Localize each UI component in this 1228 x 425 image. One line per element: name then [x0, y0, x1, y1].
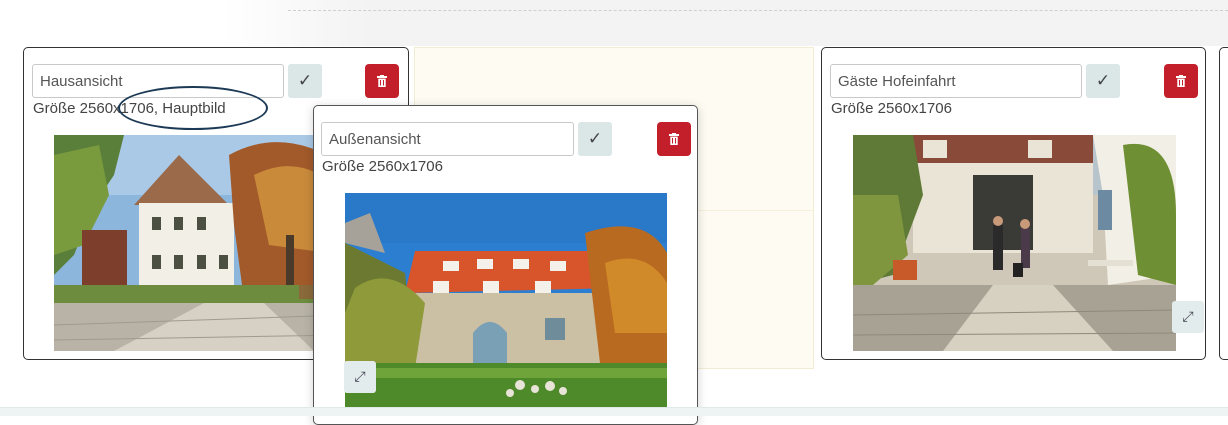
- image-card-aussenansicht[interactable]: ✓ Größe 2560x1706: [313, 105, 698, 425]
- delete-image-button[interactable]: [365, 64, 399, 98]
- trash-icon: [1176, 75, 1186, 87]
- trash-icon: [377, 75, 387, 87]
- check-icon: ✓: [587, 129, 603, 149]
- image-title-input[interactable]: [321, 122, 574, 156]
- trash-icon: [669, 133, 679, 145]
- image-preview[interactable]: [345, 193, 667, 408]
- image-preview[interactable]: [853, 135, 1176, 351]
- image-card-partial[interactable]: [1219, 47, 1228, 360]
- expand-image-button[interactable]: ⤢: [344, 361, 376, 393]
- expand-icon: ⤢: [1182, 309, 1194, 325]
- highlight-ring-annotation: [118, 86, 268, 130]
- check-icon: ✓: [297, 71, 313, 91]
- expand-image-button[interactable]: ⤢: [1172, 301, 1204, 333]
- confirm-title-button[interactable]: ✓: [578, 122, 612, 156]
- courtyard-house-photo: [54, 135, 344, 351]
- delete-image-button[interactable]: [657, 122, 691, 156]
- toolbar-divider: [288, 10, 1228, 11]
- bottom-toolbar-strip: [0, 407, 1228, 416]
- confirm-title-button[interactable]: ✓: [1086, 64, 1120, 98]
- check-icon: ✓: [1095, 71, 1111, 91]
- confirm-title-button[interactable]: ✓: [288, 64, 322, 98]
- image-size-label: Größe 2560x1706: [322, 158, 443, 175]
- image-title-input[interactable]: [830, 64, 1082, 98]
- expand-icon: ⤢: [354, 369, 366, 385]
- toolbar-background: [0, 0, 1228, 46]
- image-preview[interactable]: [54, 135, 344, 351]
- image-card-gaeste-hofeinfahrt[interactable]: ✓ Größe 2560x1706: [821, 47, 1206, 360]
- guests-courtyard-photo: [853, 135, 1176, 351]
- barn-exterior-photo: [345, 193, 667, 408]
- delete-image-button[interactable]: [1164, 64, 1198, 98]
- image-size-label: Größe 2560x1706: [831, 100, 952, 117]
